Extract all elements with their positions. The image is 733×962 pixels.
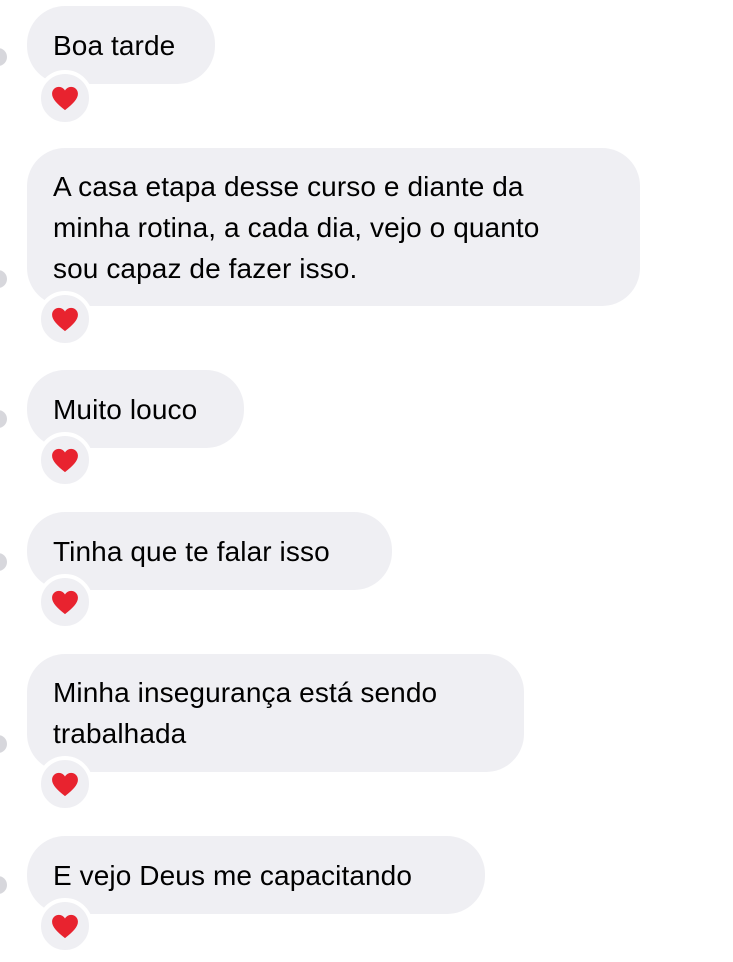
message-text: Tinha que te falar isso: [53, 535, 330, 567]
reaction-badge[interactable]: [37, 432, 93, 488]
sender-avatar[interactable]: [0, 553, 7, 571]
heart-icon: [52, 914, 78, 938]
message-bubble[interactable]: A casa etapa desse curso e diante da min…: [27, 148, 640, 306]
heart-icon: [52, 307, 78, 331]
message-text: E vejo Deus me capacitando: [53, 859, 413, 891]
message-text: Boa tarde: [53, 29, 176, 61]
message-text: Muito louco: [53, 393, 198, 425]
sender-avatar[interactable]: [0, 876, 7, 894]
sender-avatar[interactable]: [0, 48, 7, 66]
message-bubble[interactable]: Tinha que te falar isso: [27, 512, 392, 590]
reaction-badge[interactable]: [37, 70, 93, 126]
message-text: A casa etapa desse curso e diante da min…: [53, 170, 540, 284]
reaction-badge[interactable]: [37, 756, 93, 812]
message-bubble[interactable]: E vejo Deus me capacitando: [27, 836, 485, 914]
heart-icon: [52, 86, 78, 110]
sender-avatar[interactable]: [0, 270, 7, 288]
message-text: Minha insegurança está sendo trabalhada: [53, 677, 438, 749]
reaction-badge[interactable]: [37, 291, 93, 347]
heart-icon: [52, 448, 78, 472]
heart-icon: [52, 772, 78, 796]
reaction-badge[interactable]: [37, 898, 93, 954]
sender-avatar[interactable]: [0, 410, 7, 428]
reaction-badge[interactable]: [37, 574, 93, 630]
message-bubble[interactable]: Minha insegurança está sendo trabalhada: [27, 654, 524, 772]
heart-icon: [52, 590, 78, 614]
sender-avatar[interactable]: [0, 735, 7, 753]
